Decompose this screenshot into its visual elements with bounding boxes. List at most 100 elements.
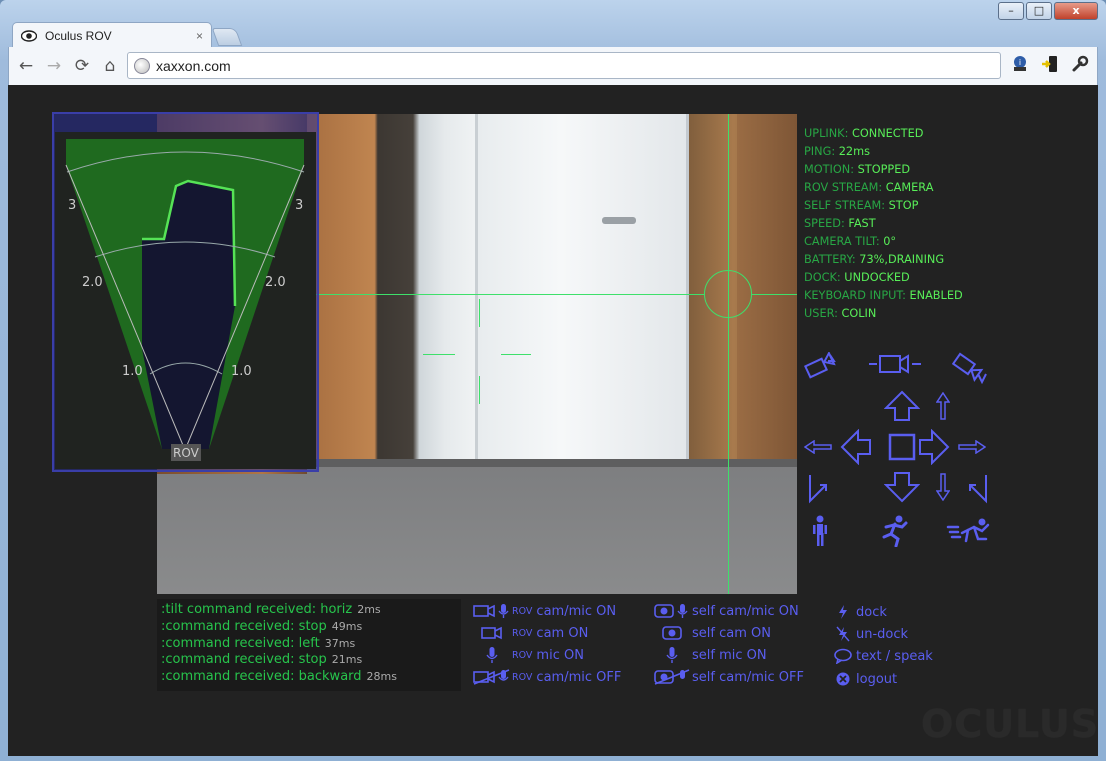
console-line: :command received: left 37ms	[161, 635, 356, 651]
status-self-stream: SELF STREAM: STOP	[804, 199, 919, 212]
camera-icon	[472, 626, 512, 640]
motion-controls	[800, 347, 1000, 547]
tab-close-icon[interactable]: ×	[196, 29, 203, 43]
crosshair-horizontal-right	[752, 294, 797, 295]
speed-slow-icon[interactable]	[808, 515, 832, 547]
nudge-left-icon[interactable]	[804, 440, 832, 454]
text-speak-button[interactable]: text / speak	[830, 646, 933, 666]
minimize-button[interactable]: –	[998, 2, 1024, 20]
status-ping: PING: 22ms	[804, 145, 871, 158]
rotate-right-icon[interactable]	[966, 473, 990, 505]
self-cam-mic-on-button[interactable]: self cam/mic ON	[652, 601, 799, 621]
rov-cam-on-button[interactable]: ROV cam ON	[472, 623, 588, 643]
nudge-forward-icon[interactable]	[936, 392, 950, 420]
console-line: :tilt command received: horiz 2ms	[161, 602, 381, 617]
window-controls: – □ x	[998, 2, 1098, 20]
status-camera-tilt: CAMERA TILT: 0°	[804, 235, 897, 248]
forward-button[interactable]: →	[43, 55, 65, 77]
message-console: :tilt command received: horiz 2ms :comman…	[157, 599, 461, 691]
home-button[interactable]: ⌂	[99, 55, 121, 77]
maximize-button[interactable]: □	[1026, 2, 1052, 20]
radar-map: 3 3 2.0 2.0 1.0 1.0 ROV	[55, 132, 316, 469]
self-mic-on-button[interactable]: self mic ON	[652, 645, 767, 665]
oculus-logo: OCULUS	[921, 702, 1098, 746]
camera-mic-icon	[472, 603, 512, 619]
status-motion: MOTION: STOPPED	[804, 163, 911, 176]
button-label: dock	[856, 604, 887, 620]
video-scene-door	[475, 114, 689, 459]
rov-cam-mic-off-button[interactable]: ROV cam/mic OFF	[472, 667, 621, 687]
radar-label: 1.0	[231, 364, 252, 379]
close-window-button[interactable]: x	[1054, 2, 1098, 20]
speech-bubble-icon	[830, 648, 856, 664]
camera-level-icon[interactable]	[868, 352, 922, 376]
nudge-right-icon[interactable]	[958, 440, 986, 454]
dock-button[interactable]: dock	[830, 602, 887, 622]
video-scene-handle	[602, 217, 636, 224]
address-bar[interactable]	[127, 52, 1001, 79]
status-dock: DOCK: UNDOCKED	[804, 271, 910, 284]
webcam-mic-off-icon	[652, 669, 692, 685]
console-line: :command received: stop 49ms	[161, 618, 363, 634]
nudge-backward-icon[interactable]	[936, 473, 950, 501]
status-rov-stream: ROV STREAM: CAMERA	[804, 181, 934, 194]
logout-icon	[830, 672, 856, 686]
right-arrow-icon[interactable]	[918, 429, 950, 465]
button-label: self cam/mic ON	[692, 603, 799, 619]
browser-toolbar: ← → ⟳ ⌂ i	[8, 47, 1098, 85]
globe-icon	[134, 57, 150, 74]
reticle-mark	[479, 299, 480, 327]
radar-label: 1.0	[122, 364, 143, 379]
browser-tab[interactable]: Oculus ROV ×	[12, 22, 212, 48]
radar-label: 2.0	[82, 275, 103, 290]
wrench-icon[interactable]	[1069, 55, 1091, 77]
rov-label: ROV	[173, 446, 199, 460]
logout-button[interactable]: logout	[830, 669, 897, 689]
phone-extension-icon[interactable]	[1039, 55, 1061, 77]
reticle-mark	[423, 354, 455, 355]
radar-label: 3	[295, 198, 304, 213]
tab-title: Oculus ROV	[45, 28, 112, 43]
status-speed: SPEED: FAST	[804, 217, 876, 230]
rov-cam-mic-on-button[interactable]: ROV cam/mic ON	[472, 601, 616, 621]
status-uplink: UPLINK: CONNECTED	[804, 127, 924, 140]
back-button[interactable]: ←	[15, 55, 37, 77]
speed-medium-icon[interactable]	[880, 515, 910, 547]
new-tab-button[interactable]	[211, 28, 243, 46]
stop-icon[interactable]	[888, 433, 916, 461]
mic-icon	[652, 646, 692, 664]
console-line: :command received: backward 28ms	[161, 669, 397, 685]
button-label: un-dock	[856, 626, 909, 642]
rov-mic-on-button[interactable]: ROV mic ON	[472, 645, 584, 665]
button-label: self mic ON	[692, 647, 767, 663]
speed-fast-icon[interactable]	[946, 517, 992, 545]
webcam-icon	[652, 626, 692, 640]
reload-button[interactable]: ⟳	[71, 55, 93, 77]
radar-label: 2.0	[265, 275, 286, 290]
status-keyboard: KEYBOARD INPUT: ENABLED	[804, 289, 963, 302]
url-input[interactable]	[156, 57, 956, 74]
dock-icon	[830, 604, 856, 620]
crosshair-circle	[704, 270, 752, 318]
button-label: cam/mic ON	[536, 603, 617, 619]
left-arrow-icon[interactable]	[840, 429, 872, 465]
button-label: text / speak	[856, 648, 933, 664]
self-cam-mic-off-button[interactable]: self cam/mic OFF	[652, 667, 804, 687]
rotate-left-icon[interactable]	[806, 473, 830, 505]
self-cam-on-button[interactable]: self cam ON	[652, 623, 771, 643]
status-panel: UPLINK: CONNECTED PING: 22ms MOTION: STO…	[804, 125, 1004, 323]
svg-text:i: i	[1019, 58, 1021, 67]
backward-arrow-icon[interactable]	[884, 471, 920, 503]
status-user: USER: COLIN	[804, 307, 877, 320]
camera-tilt-down-icon[interactable]	[952, 352, 988, 384]
button-label: cam ON	[536, 625, 589, 641]
camera-tilt-up-icon[interactable]	[804, 352, 838, 382]
extension-icon[interactable]: i	[1009, 55, 1031, 77]
crosshair-vertical	[728, 114, 729, 594]
button-label: logout	[856, 671, 898, 687]
webcam-mic-icon	[652, 603, 692, 619]
reticle-mark	[479, 376, 480, 404]
forward-arrow-icon[interactable]	[884, 390, 920, 422]
button-label: self cam ON	[692, 625, 771, 641]
undock-button[interactable]: un-dock	[830, 624, 908, 644]
